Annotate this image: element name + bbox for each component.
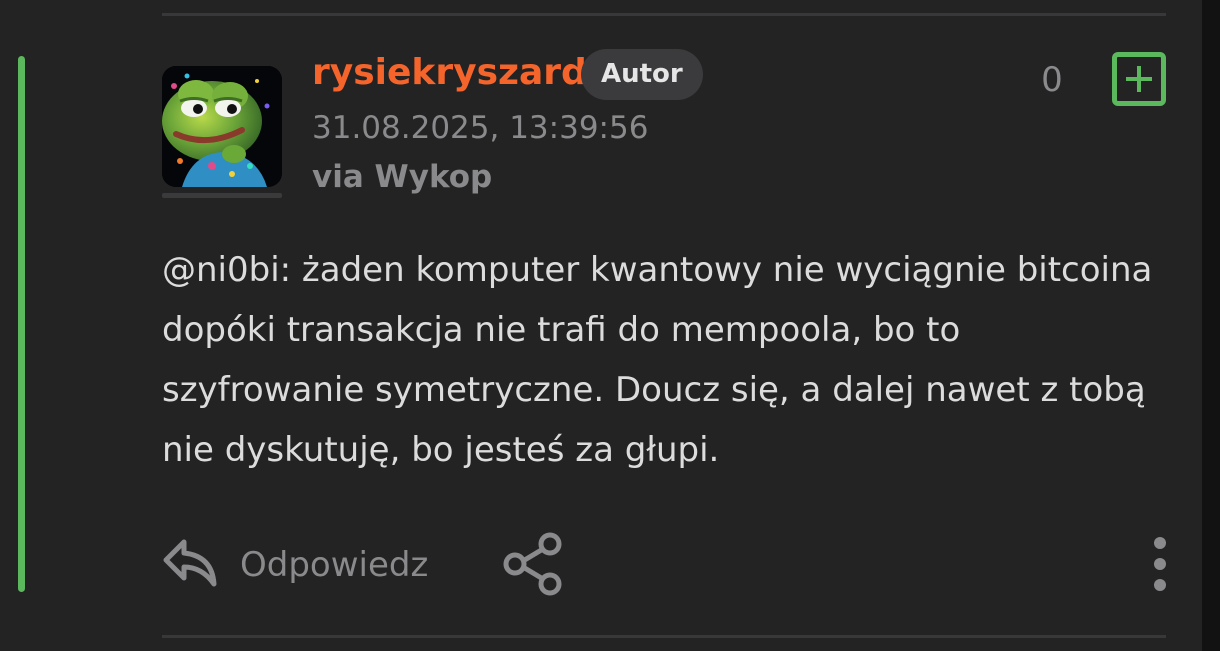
username-link[interactable]: rysiekryszard (312, 50, 587, 96)
comment-text: : żaden komputer kwantowy nie wyciągnie … (162, 250, 1153, 470)
comment-body: @ni0bi: żaden komputer kwantowy nie wyci… (162, 240, 1172, 480)
more-dot (1154, 579, 1166, 591)
comment-timestamp[interactable]: 31.08.2025, 13:39:56 (312, 108, 648, 148)
author-badge: Autor (581, 49, 703, 100)
thread-line (18, 56, 25, 592)
pepe-frog-avatar-icon (162, 66, 282, 187)
mention-link[interactable]: @ni0bi (162, 250, 280, 290)
plus-square-icon[interactable] (1112, 52, 1166, 106)
bottom-divider (162, 635, 1166, 638)
panel-edge (1202, 0, 1220, 651)
more-dot (1154, 558, 1166, 570)
share-icon[interactable] (500, 532, 566, 596)
reply-button[interactable]: Odpowiedz (240, 542, 428, 588)
more-dot (1154, 537, 1166, 549)
avatar-underline (162, 193, 282, 198)
more-vertical-icon[interactable] (1146, 534, 1174, 594)
user-avatar[interactable] (162, 66, 282, 187)
top-divider (162, 13, 1166, 16)
reply-arrow-icon[interactable] (160, 534, 220, 594)
vote-count: 0 (1041, 60, 1063, 100)
via-source: via Wykop (312, 159, 493, 195)
